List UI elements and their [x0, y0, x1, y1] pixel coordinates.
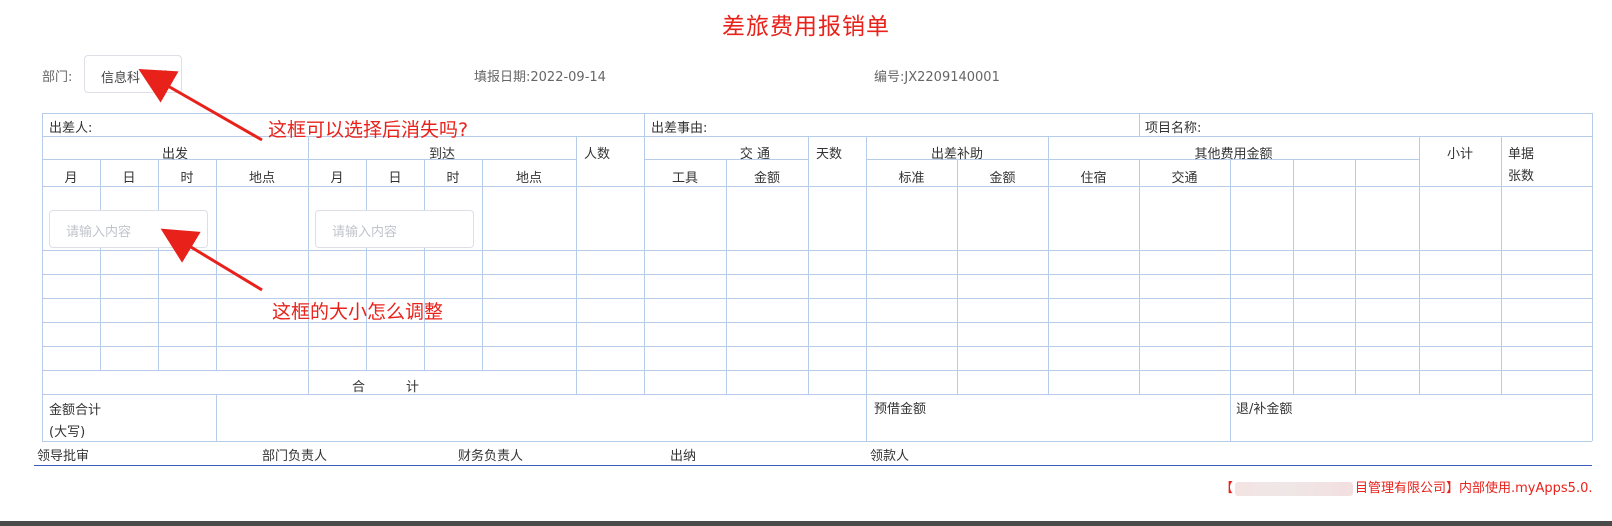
annotation-note-2: 这框的大小怎么调整: [272, 301, 444, 323]
annotation-note-1: 这框可以选择后消失吗?: [268, 119, 469, 141]
arrow-to-input-box: [160, 228, 263, 292]
bottom-scrollbar: [0, 521, 1612, 526]
annotation-arrows: [138, 69, 263, 292]
arrow-to-dept-select: [138, 69, 263, 142]
